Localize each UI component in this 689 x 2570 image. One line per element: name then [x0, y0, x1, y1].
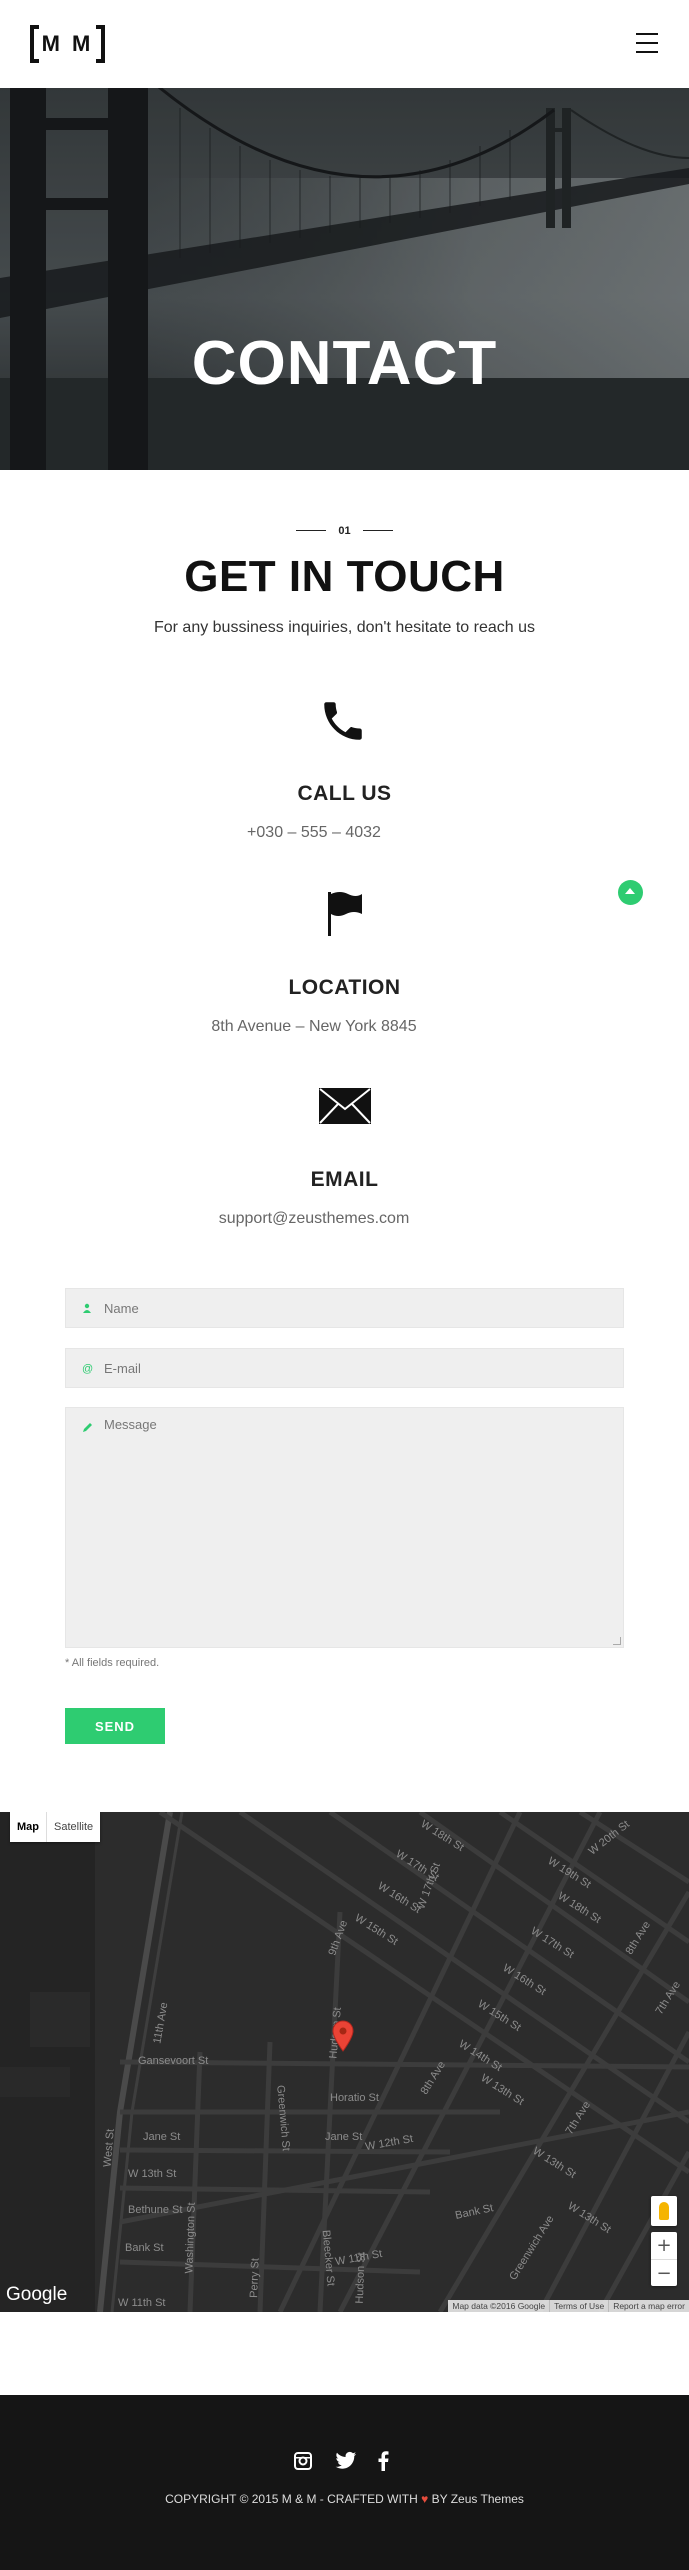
- hero-title: CONTACT: [191, 329, 498, 398]
- section-subtitle: For any bussiness inquiries, don't hesit…: [153, 619, 536, 636]
- flag-icon: [328, 892, 362, 936]
- location-address: 8th Avenue – New York 8845: [211, 1018, 417, 1035]
- message-input[interactable]: [104, 1417, 613, 1617]
- bridge-background-image: [0, 88, 689, 470]
- street-label: Jane St: [143, 2131, 181, 2143]
- copyright-suffix[interactable]: BY Zeus Themes: [432, 2492, 524, 2506]
- pencil-icon: [82, 1422, 94, 1434]
- street-label: Bank St: [125, 2242, 164, 2254]
- street-label: W 13th St: [128, 2168, 177, 2180]
- section-number: 01: [0, 522, 689, 538]
- name-field[interactable]: [65, 1288, 624, 1328]
- copyright-text: COPYRIGHT © 2015 M & M - CRAFTED WITH ♥ …: [0, 2492, 689, 2506]
- zoom-out-button[interactable]: −: [651, 2259, 677, 2286]
- email-title: EMAIL: [310, 1168, 379, 1191]
- phone-icon: [324, 702, 362, 740]
- section-number-text: 01: [338, 524, 351, 537]
- street-label: Jane St: [325, 2131, 363, 2143]
- street-label: Washington St: [183, 2202, 198, 2274]
- site-header: M M: [0, 0, 689, 88]
- scroll-top-button[interactable]: [618, 880, 643, 905]
- zoom-control: + −: [651, 2232, 677, 2286]
- send-button[interactable]: SEND: [65, 1708, 165, 1744]
- section-title: GET IN TOUCH: [184, 552, 505, 601]
- hamburger-icon[interactable]: [636, 33, 658, 53]
- message-field[interactable]: [65, 1407, 624, 1648]
- call-us-title: CALL US: [297, 782, 392, 805]
- facebook-icon[interactable]: [377, 2451, 397, 2471]
- social-links: [0, 2451, 689, 2471]
- report-error-link[interactable]: Report a map error: [608, 2300, 689, 2312]
- map-type-map[interactable]: Map: [10, 1812, 46, 1842]
- pegman-icon[interactable]: [651, 2196, 677, 2226]
- street-label: Horatio St: [330, 2092, 379, 2104]
- logo-bracket-right: [96, 25, 105, 63]
- map-data-text: Map data ©2016 Google: [452, 2301, 546, 2311]
- map-pin-icon[interactable]: [332, 2020, 354, 2052]
- google-logo[interactable]: Google: [6, 2284, 67, 2306]
- user-icon: [82, 1303, 94, 1315]
- divider-left: [296, 530, 327, 532]
- resize-handle[interactable]: [613, 1637, 621, 1645]
- location-title: LOCATION: [288, 976, 401, 999]
- street-label: Gansevoort St: [138, 2055, 209, 2067]
- street-label: W 11th St: [118, 2297, 166, 2309]
- street-label: Hudson St: [353, 2252, 368, 2304]
- google-map[interactable]: Map Satellite W 18th St W 20th St W 17th…: [0, 1812, 689, 2312]
- street-label: Bethune St: [128, 2204, 183, 2216]
- logo-text: M M: [41, 31, 94, 56]
- terms-link[interactable]: Terms of Use: [549, 2300, 608, 2312]
- envelope-icon: [319, 1088, 371, 1124]
- zoom-in-button[interactable]: +: [651, 2232, 677, 2259]
- divider-right: [362, 530, 393, 532]
- heart-icon: ♥: [421, 2492, 429, 2506]
- phone-number[interactable]: +030 – 555 – 4032: [0, 824, 628, 842]
- email-input[interactable]: [104, 1349, 613, 1387]
- email-address[interactable]: support@zeusthemes.com: [0, 1210, 628, 1228]
- map-type-satellite[interactable]: Satellite: [46, 1812, 100, 1842]
- email-field[interactable]: @: [65, 1348, 624, 1388]
- site-footer: COPYRIGHT © 2015 M & M - CRAFTED WITH ♥ …: [0, 2395, 689, 2570]
- map-type-control: Map Satellite: [10, 1812, 101, 1842]
- map-attribution: Map data ©2016 Google Terms of Use Repor…: [448, 2300, 689, 2312]
- twitter-icon[interactable]: [335, 2451, 356, 2471]
- at-icon: @: [82, 1363, 94, 1375]
- hero-banner: CONTACT: [0, 88, 689, 470]
- required-note: * All fields required.: [65, 1657, 160, 1669]
- instagram-icon[interactable]: [293, 2451, 313, 2471]
- name-input[interactable]: [104, 1289, 613, 1327]
- site-logo[interactable]: M M: [30, 25, 105, 63]
- copyright-prefix: COPYRIGHT © 2015 M & M - CRAFTED WITH: [165, 2492, 418, 2506]
- street-label: Perry St: [248, 2257, 262, 2299]
